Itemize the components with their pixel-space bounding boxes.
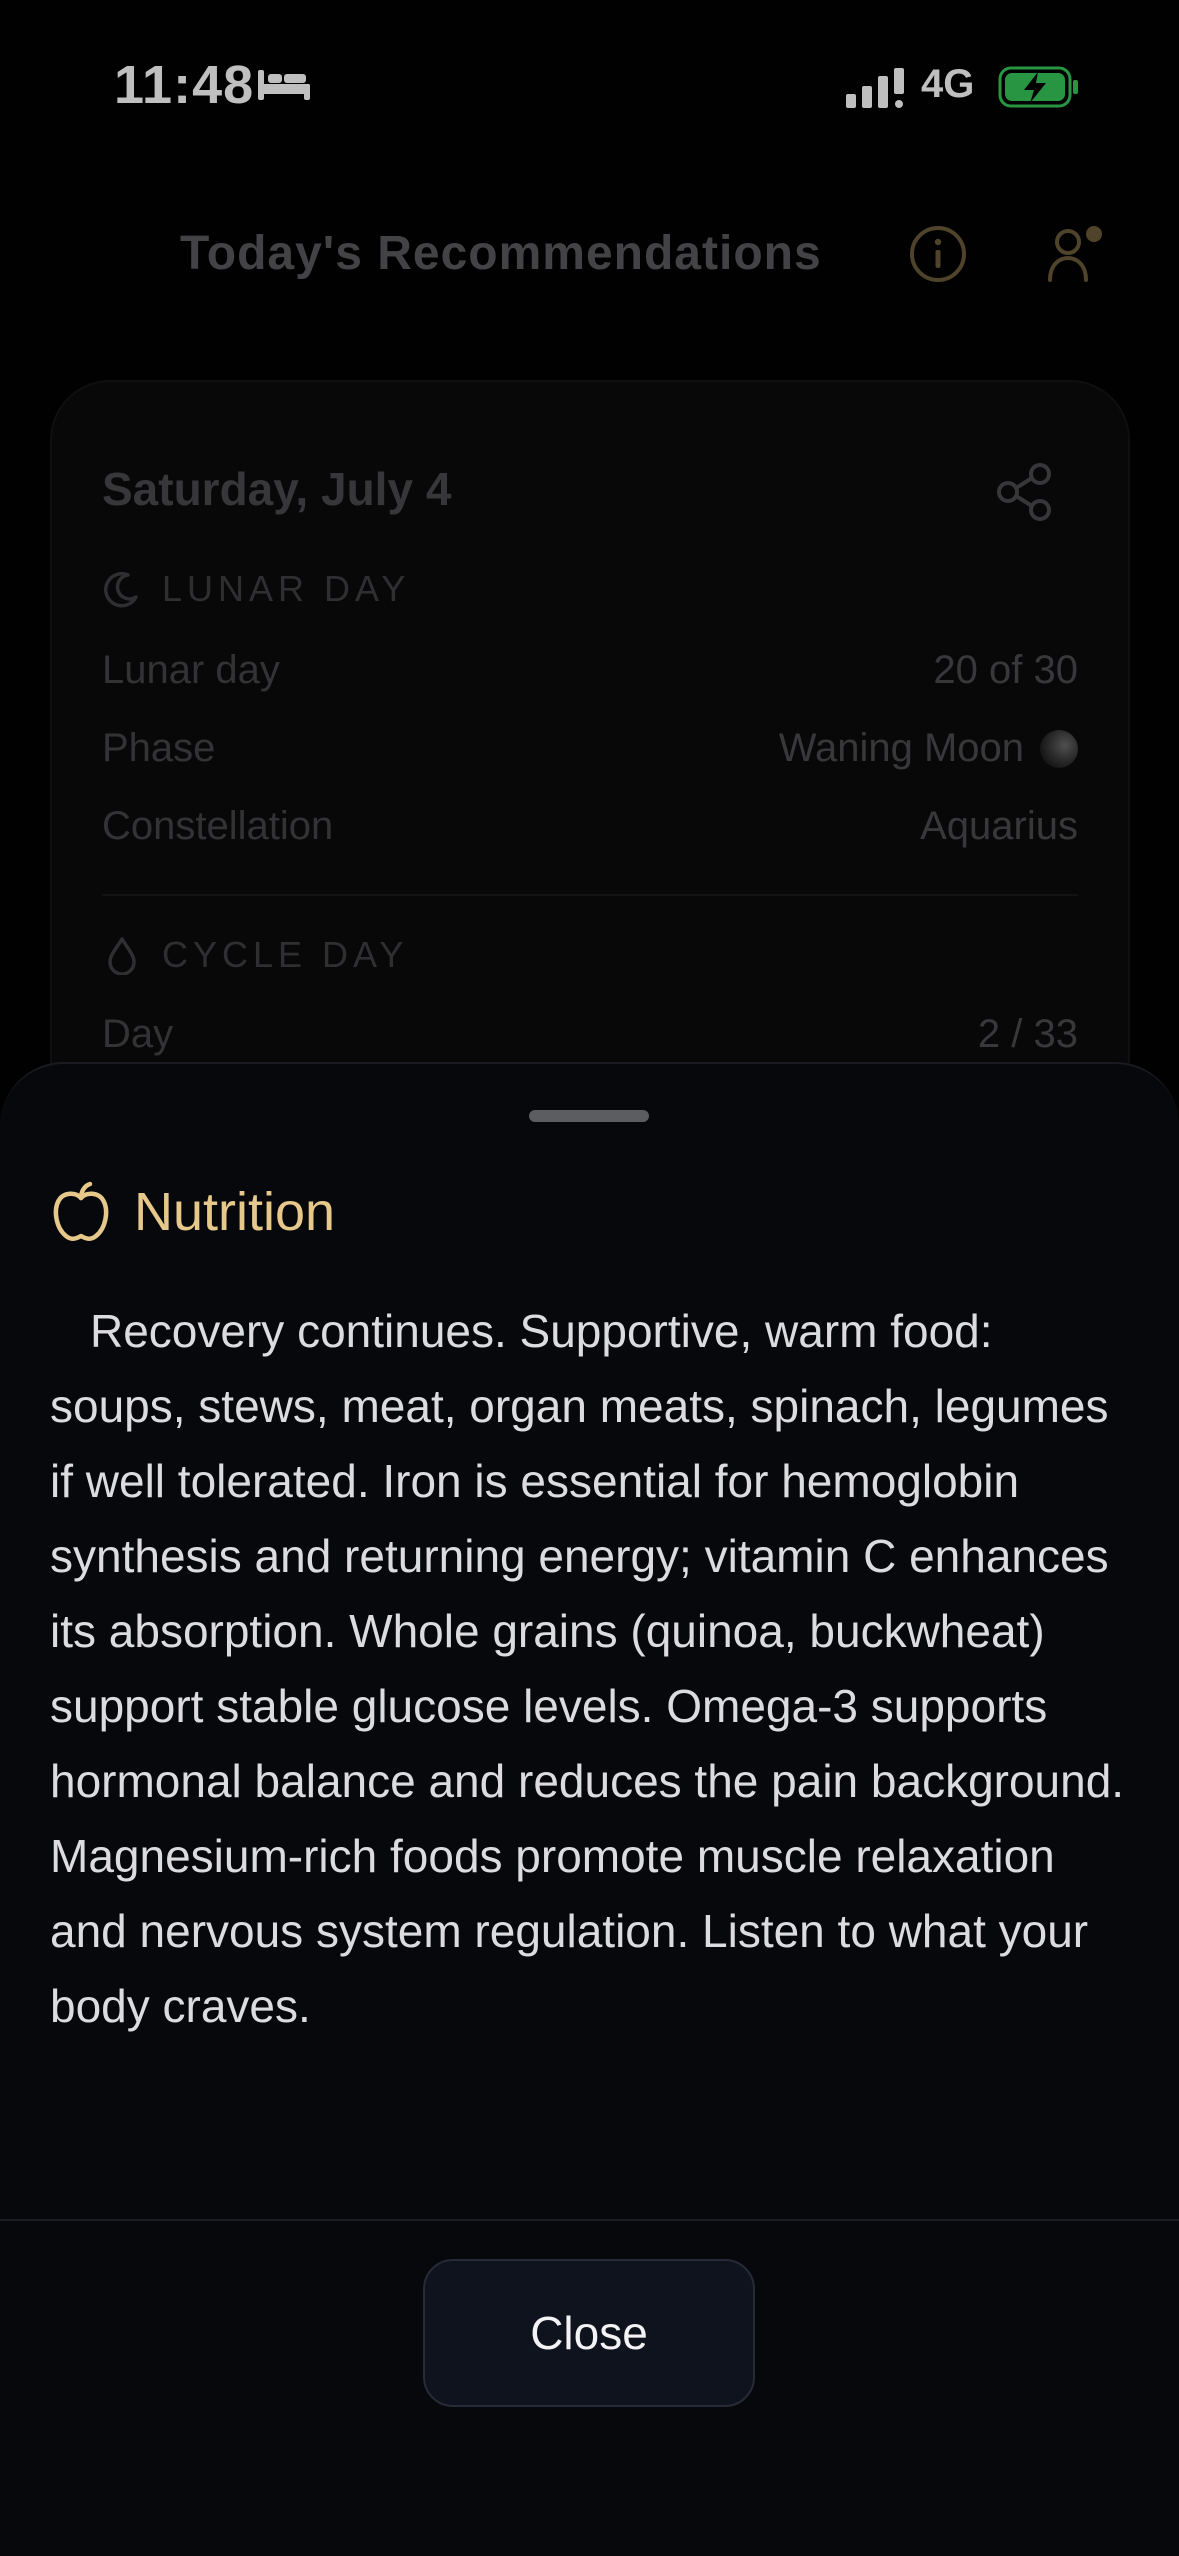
apple-icon xyxy=(53,1181,109,1241)
sheet-divider xyxy=(0,2219,1179,2221)
sheet-title-row: Nutrition xyxy=(50,1180,335,1244)
sheet-title: Nutrition xyxy=(134,1182,336,1242)
nutrition-sheet: Nutrition Recovery continues. Supportive… xyxy=(0,1062,1179,2556)
sheet-grabber[interactable] xyxy=(529,1110,649,1122)
sheet-body-text: Recovery continues. Supportive, warm foo… xyxy=(50,1305,1125,2032)
close-button[interactable]: Close xyxy=(423,2259,755,2407)
screen: 11:48 4G Today's Recommendations Saturda… xyxy=(0,0,1179,2556)
